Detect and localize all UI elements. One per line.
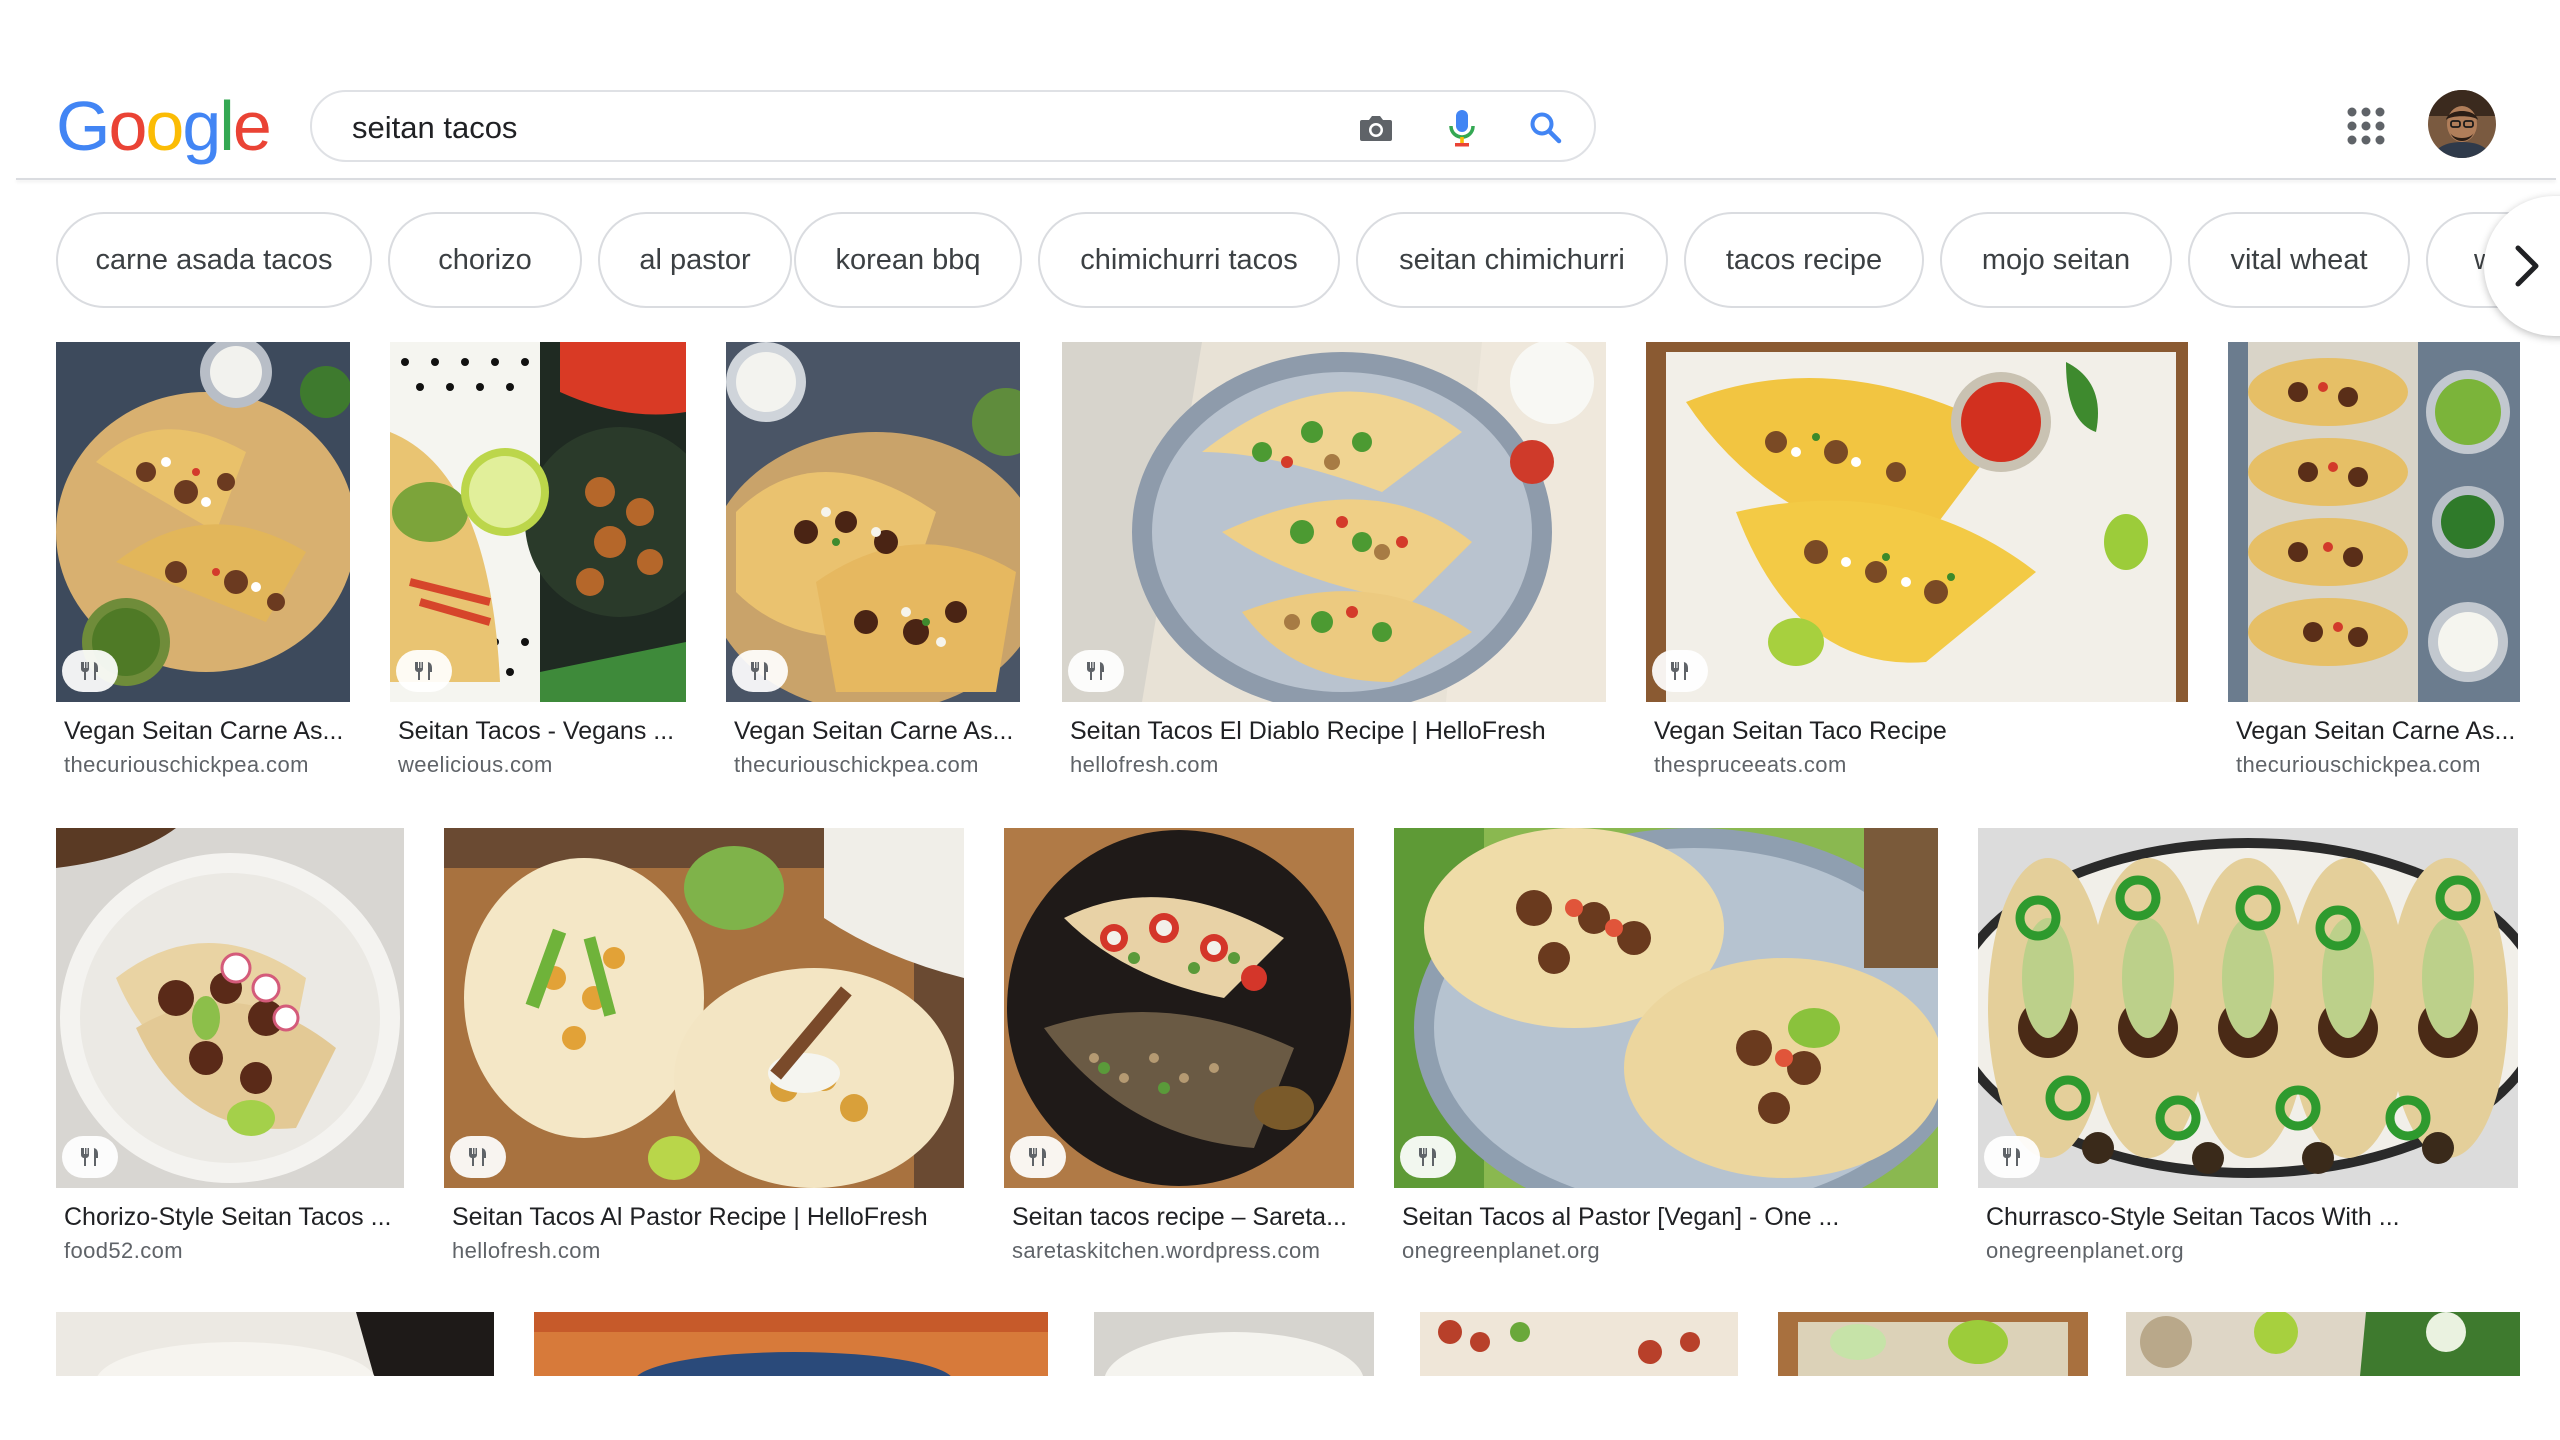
image-result-partial[interactable] — [1094, 1312, 1374, 1376]
image-result[interactable]: Vegan Seitan Carne As... thecuriouschick… — [56, 342, 352, 792]
recipe-icon — [1087, 662, 1104, 680]
image-result-partial[interactable] — [1420, 1312, 1738, 1376]
mic-icon[interactable] — [1440, 106, 1484, 150]
apps-grid-icon[interactable] — [2344, 104, 2388, 148]
camera-icon[interactable] — [1354, 106, 1398, 150]
image-result-partial[interactable] — [534, 1312, 1048, 1376]
recipe-icon — [81, 662, 98, 680]
result-title[interactable]: Vegan Seitan Taco Recipe — [1654, 716, 2194, 746]
logo-letter: g — [182, 87, 221, 165]
image-result-partial[interactable] — [2126, 1312, 2520, 1376]
result-title[interactable]: Seitan Tacos al Pastor [Vegan] - One ... — [1402, 1202, 1942, 1232]
google-logo[interactable]: Google — [56, 87, 272, 165]
recipe-badge — [1010, 1136, 1066, 1178]
logo-letter: o — [108, 87, 147, 165]
image-result-partial[interactable] — [56, 1312, 494, 1376]
header: Google seitan tacos — [0, 0, 2560, 180]
result-thumbnail[interactable] — [1978, 828, 2518, 1188]
result-site[interactable]: hellofresh.com — [1070, 752, 1219, 778]
result-site[interactable]: thecuriouschickpea.com — [734, 752, 979, 778]
result-title[interactable]: Vegan Seitan Carne As... — [2236, 716, 2522, 746]
result-site[interactable]: weelicious.com — [398, 752, 553, 778]
chip-tacos-recipe[interactable]: tacos recipe — [1684, 212, 1924, 308]
search-bar[interactable]: seitan tacos — [310, 90, 1596, 162]
result-thumbnail[interactable] — [1004, 828, 1354, 1188]
image-result-partial[interactable] — [1778, 1312, 2088, 1376]
result-thumbnail[interactable] — [56, 342, 350, 702]
result-site[interactable]: hellofresh.com — [452, 1238, 601, 1264]
header-divider — [16, 178, 2556, 180]
result-site[interactable]: food52.com — [64, 1238, 183, 1264]
image-result[interactable]: Vegan Seitan Carne As... thecuriouschick… — [726, 342, 1022, 792]
result-title[interactable]: Churrasco-Style Seitan Tacos With ... — [1986, 1202, 2522, 1232]
image-result[interactable]: Seitan Tacos - Vegans ... weelicious.com — [390, 342, 686, 792]
chip-chimichurri-tacos[interactable]: chimichurri tacos — [1038, 212, 1340, 308]
result-thumbnail[interactable] — [1062, 342, 1606, 702]
image-result[interactable]: Seitan Tacos El Diablo Recipe | HelloFre… — [1062, 342, 1608, 792]
recipe-icon — [1671, 662, 1688, 680]
search-input[interactable]: seitan tacos — [352, 108, 517, 148]
result-title[interactable]: Seitan Tacos El Diablo Recipe | HelloFre… — [1070, 716, 1610, 746]
recipe-badge — [1068, 650, 1124, 692]
logo-letter: l — [219, 87, 235, 165]
chip-chorizo[interactable]: chorizo — [388, 212, 582, 308]
image-result[interactable]: Chorizo-Style Seitan Tacos ... food52.co… — [56, 828, 406, 1278]
result-title[interactable]: Chorizo-Style Seitan Tacos ... — [64, 1202, 408, 1232]
result-thumbnail[interactable] — [2228, 342, 2520, 702]
result-thumbnail[interactable] — [1394, 828, 1938, 1188]
related-searches-chips: carne asada tacos chorizo al pastor kore… — [56, 212, 2560, 308]
chip-seitan-chimichurri[interactable]: seitan chimichurri — [1356, 212, 1668, 308]
result-title[interactable]: Vegan Seitan Carne As... — [64, 716, 354, 746]
result-site[interactable]: saretaskitchen.wordpress.com — [1012, 1238, 1320, 1264]
image-result[interactable]: Vegan Seitan Carne As... thecuriouschick… — [2228, 342, 2522, 792]
result-title[interactable]: Seitan Tacos - Vegans ... — [398, 716, 688, 746]
chip-vital-wheat[interactable]: vital wheat — [2188, 212, 2410, 308]
chip-mojo-seitan[interactable]: mojo seitan — [1940, 212, 2172, 308]
result-thumbnail[interactable] — [56, 828, 404, 1188]
result-site[interactable]: onegreenplanet.org — [1986, 1238, 2184, 1264]
recipe-badge — [450, 1136, 506, 1178]
logo-letter: o — [145, 87, 184, 165]
recipe-icon — [1419, 1148, 1436, 1166]
image-result[interactable]: Churrasco-Style Seitan Tacos With ... on… — [1978, 828, 2520, 1278]
result-title[interactable]: Seitan Tacos Al Pastor Recipe | HelloFre… — [452, 1202, 968, 1232]
user-avatar[interactable] — [2428, 90, 2496, 158]
result-site[interactable]: thespruceeats.com — [1654, 752, 1847, 778]
chip-al-pastor[interactable]: al pastor — [598, 212, 792, 308]
chevron-right-icon — [2515, 245, 2539, 287]
recipe-icon — [469, 1148, 486, 1166]
chip-carne-asada-tacos[interactable]: carne asada tacos — [56, 212, 372, 308]
recipe-badge — [62, 650, 118, 692]
recipe-icon — [81, 1148, 98, 1166]
result-thumbnail[interactable] — [444, 828, 964, 1188]
image-result[interactable]: Seitan Tacos Al Pastor Recipe | HelloFre… — [444, 828, 966, 1278]
result-thumbnail[interactable] — [726, 342, 1020, 702]
result-site[interactable]: onegreenplanet.org — [1402, 1238, 1600, 1264]
chip-korean-bbq[interactable]: korean bbq — [794, 212, 1022, 308]
recipe-badge — [1652, 650, 1708, 692]
search-icon[interactable] — [1524, 106, 1568, 150]
recipe-icon — [751, 662, 768, 680]
logo-letter: e — [232, 87, 272, 165]
recipe-icon — [1029, 1148, 1046, 1166]
logo-letter: G — [56, 87, 110, 165]
result-thumbnail[interactable] — [1646, 342, 2188, 702]
recipe-badge — [396, 650, 452, 692]
result-title[interactable]: Vegan Seitan Carne As... — [734, 716, 1024, 746]
recipe-badge — [62, 1136, 118, 1178]
recipe-badge — [1400, 1136, 1456, 1178]
result-thumbnail[interactable] — [390, 342, 686, 702]
image-result[interactable]: Seitan tacos recipe – Sareta... saretask… — [1004, 828, 1356, 1278]
result-site[interactable]: thecuriouschickpea.com — [64, 752, 309, 778]
result-title[interactable]: Seitan tacos recipe – Sareta... — [1012, 1202, 1358, 1232]
recipe-badge — [732, 650, 788, 692]
result-site[interactable]: thecuriouschickpea.com — [2236, 752, 2481, 778]
recipe-icon — [2003, 1148, 2020, 1166]
image-result[interactable]: Vegan Seitan Taco Recipe thespruceeats.c… — [1646, 342, 2190, 792]
recipe-icon — [415, 662, 432, 680]
image-result[interactable]: Seitan Tacos al Pastor [Vegan] - One ...… — [1394, 828, 1940, 1278]
recipe-badge — [1984, 1136, 2040, 1178]
